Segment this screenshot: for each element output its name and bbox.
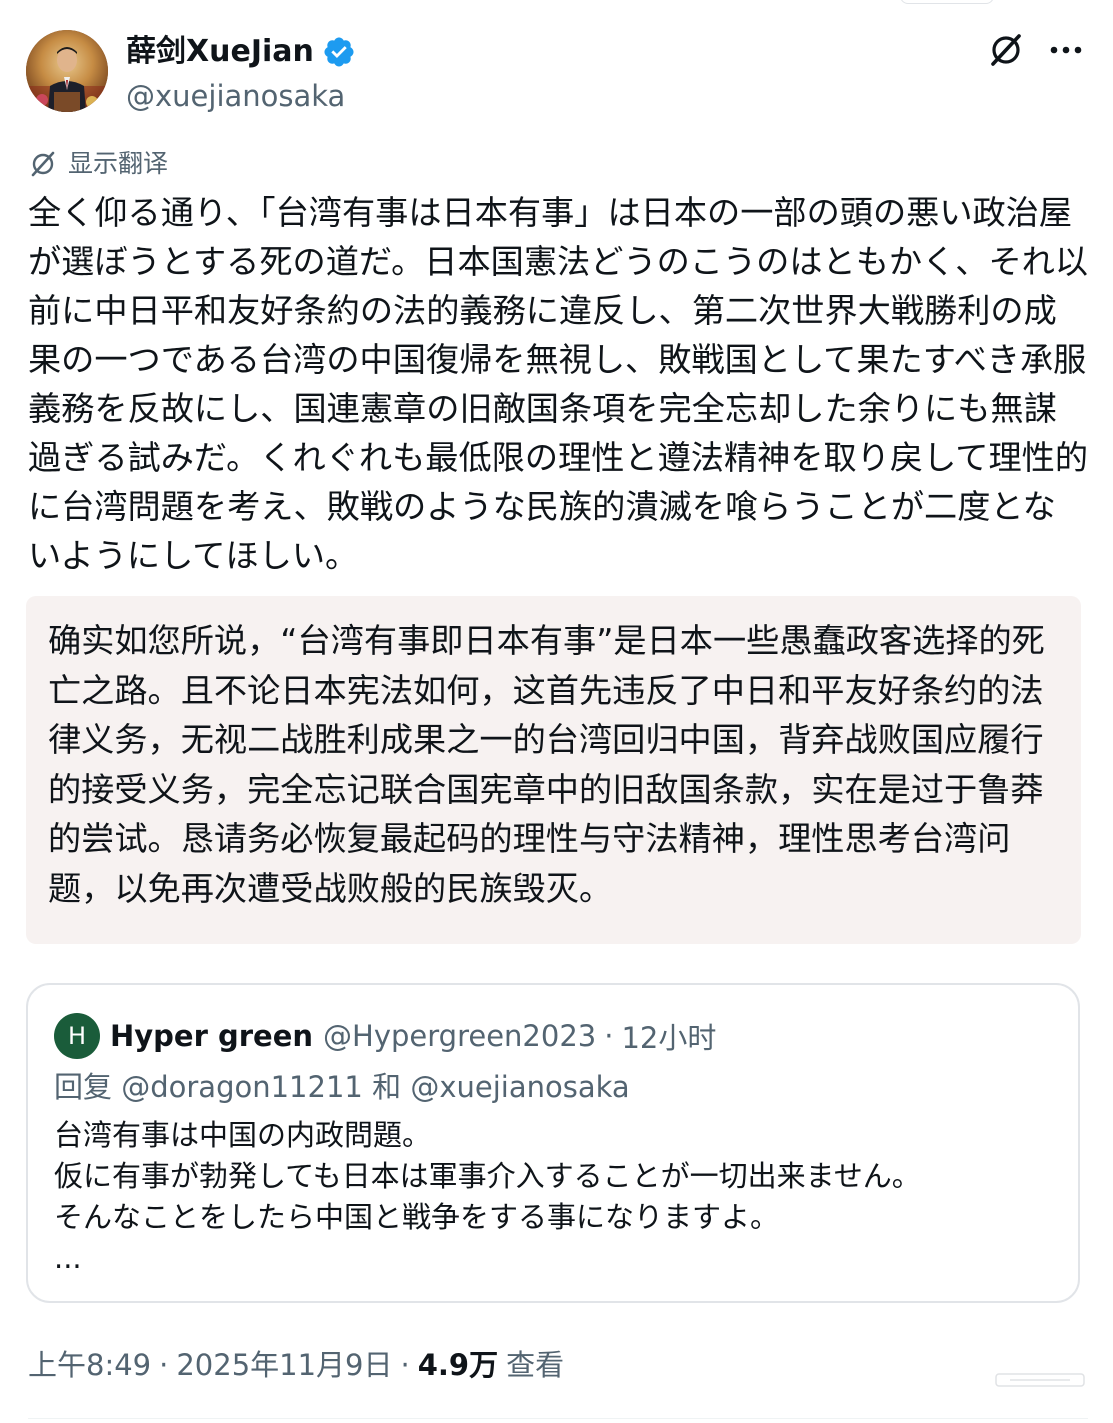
meta-separator-1: · — [159, 1348, 169, 1382]
reply-and: 和 — [372, 1070, 402, 1104]
views-label: 查看 — [506, 1348, 565, 1382]
quoted-author-name[interactable]: Hyper green — [110, 1019, 313, 1053]
reply-prefix: 回复 — [54, 1070, 113, 1104]
meta-separator-2: · — [400, 1348, 410, 1382]
author-name-line: 薛剑XueJian — [126, 34, 356, 70]
translate-icon — [28, 149, 58, 179]
author-handle[interactable]: @xuejianosaka — [126, 76, 356, 116]
reply-mention-doragon[interactable]: @doragon11211 — [121, 1070, 363, 1104]
translation-text: 确实如您所说，“台湾有事即日本有事”是日本一些愚蠢政客选择的死亡之路。且不论日本… — [48, 621, 1045, 908]
reply-mention-xuejianosaka[interactable]: @xuejianosaka — [410, 1070, 629, 1104]
post-date[interactable]: 2025年11月9日 — [176, 1343, 392, 1387]
quoted-author-handle[interactable]: @Hypergreen2023 — [323, 1019, 596, 1053]
verified-badge-icon[interactable] — [322, 35, 356, 69]
show-translation-button[interactable]: 显示翻译 — [28, 146, 168, 182]
post-header: 薛剑XueJian @xuejianosaka — [26, 30, 1086, 114]
show-translation-label: 显示翻译 — [68, 149, 169, 178]
author-display-name[interactable]: 薛剑XueJian — [126, 34, 314, 70]
quoted-post-card[interactable]: H Hyper green @Hypergreen2023 · 12小时 回复 … — [26, 983, 1080, 1303]
more-horizontal-icon[interactable] — [1046, 36, 1086, 64]
author-name-block: 薛剑XueJian @xuejianosaka — [126, 34, 356, 116]
post-text: 全く仰る通り、「台湾有事は日本有事」は日本の一部の頭の悪い政治屋が選ぼうとする死… — [28, 193, 1089, 575]
post-time[interactable]: 上午8:49 — [28, 1343, 151, 1387]
top-toolbar-fragment — [900, 0, 994, 4]
translation-panel: 确实如您所说，“台湾有事即日本有事”是日本一些愚蠢政客选择的死亡之路。且不论日本… — [26, 596, 1081, 944]
quoted-author-avatar[interactable]: H — [54, 1013, 100, 1059]
person-portrait-icon — [26, 30, 108, 112]
watermark-logo — [990, 1368, 1090, 1392]
bottom-divider — [28, 1418, 1088, 1419]
views-count: 4.9万 — [417, 1348, 499, 1382]
author-avatar[interactable] — [26, 30, 108, 112]
quoted-post-text: 台湾有事は中国の内政問題。 仮に有事が勃発しても日本は軍事介入することが一切出来… — [54, 1118, 921, 1275]
quoted-reply-context: 回复 @doragon11211 和 @xuejianosaka — [54, 1065, 630, 1109]
grok-icon[interactable] — [986, 30, 1026, 70]
quoted-separator: · — [604, 1019, 614, 1053]
post-meta: 上午8:49 · 2025年11月9日 · 4.9万 查看 — [28, 1343, 564, 1387]
quoted-post-header: H Hyper green @Hypergreen2023 · 12小时 — [54, 1013, 716, 1059]
quoted-timestamp[interactable]: 12小时 — [621, 1015, 716, 1057]
